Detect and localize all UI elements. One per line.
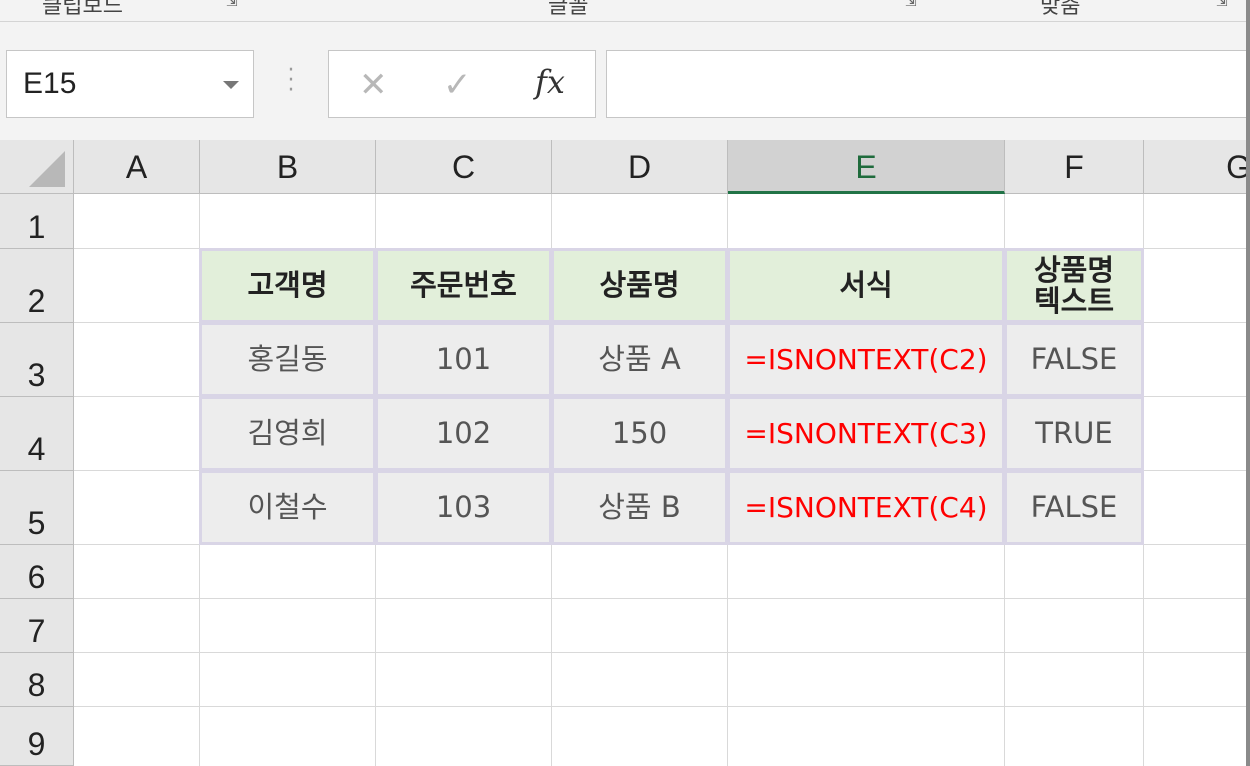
formula-input[interactable] — [606, 50, 1250, 118]
table-cell[interactable]: 103 — [375, 470, 552, 545]
name-box[interactable]: E15 — [6, 50, 254, 118]
formula-cell[interactable]: =ISNONTEXT(C2) — [727, 322, 1005, 397]
ribbon-group-clipboard: 클립보드 — [42, 0, 123, 19]
table-cell[interactable]: FALSE — [1004, 470, 1144, 545]
column-header-d[interactable]: D — [552, 140, 728, 194]
table-cell[interactable]: 101 — [375, 322, 552, 397]
resize-handle-icon[interactable]: · · · — [285, 60, 297, 102]
table-cell[interactable]: FALSE — [1004, 322, 1144, 397]
row-header-2[interactable]: 2 — [0, 249, 74, 323]
table-header-cell[interactable]: 서식 — [727, 248, 1005, 323]
row-header-7[interactable]: 7 — [0, 599, 74, 653]
dialog-launcher-icon[interactable]: ⇲ — [905, 0, 921, 10]
gridline — [74, 706, 1250, 707]
select-all-icon — [29, 151, 65, 187]
gridline — [74, 652, 1250, 653]
dialog-launcher-icon[interactable]: ⇲ — [1216, 0, 1232, 10]
row-header-5[interactable]: 5 — [0, 471, 74, 545]
table-cell[interactable]: 상품 B — [551, 470, 728, 545]
table-header-cell[interactable]: 고객명 — [199, 248, 376, 323]
chevron-down-icon[interactable] — [223, 81, 239, 89]
column-header-f[interactable]: F — [1005, 140, 1144, 194]
row-header-1[interactable]: 1 — [0, 194, 74, 249]
column-header-e[interactable]: E — [728, 140, 1005, 194]
enter-icon[interactable]: ✓ — [443, 65, 472, 105]
formula-bar: E15 · · · ✕ ✓ fx — [0, 22, 1250, 140]
table-cell[interactable]: 150 — [551, 396, 728, 471]
table-cell[interactable]: 김영희 — [199, 396, 376, 471]
table-header-cell[interactable]: 주문번호 — [375, 248, 552, 323]
select-all-button[interactable] — [0, 140, 74, 194]
table-cell[interactable]: 102 — [375, 396, 552, 471]
row-header-4[interactable]: 4 — [0, 397, 74, 471]
ribbon-group-strip: 클립보드 ⇲ 글꼴 ⇲ 맞춤 ⇲ — [0, 0, 1250, 22]
spreadsheet-grid: A B C D E F G 1 2 3 4 5 6 7 8 9 고객명 주문번호… — [0, 140, 1250, 766]
formula-cell[interactable]: =ISNONTEXT(C3) — [727, 396, 1005, 471]
window-frame-edge — [1246, 0, 1250, 766]
formula-buttons: ✕ ✓ fx — [328, 50, 596, 118]
column-header-a[interactable]: A — [74, 140, 200, 194]
table-cell[interactable]: 이철수 — [199, 470, 376, 545]
column-header-b[interactable]: B — [200, 140, 376, 194]
table-cell[interactable]: 홍길동 — [199, 322, 376, 397]
insert-function-icon[interactable]: fx — [535, 63, 565, 101]
cancel-icon[interactable]: ✕ — [359, 65, 388, 105]
ribbon-group-font: 글꼴 — [548, 0, 589, 19]
table-cell[interactable]: TRUE — [1004, 396, 1144, 471]
gridline — [74, 598, 1250, 599]
row-header-8[interactable]: 8 — [0, 653, 74, 707]
row-header-6[interactable]: 6 — [0, 545, 74, 599]
table-cell[interactable]: 상품 A — [551, 322, 728, 397]
table-header-cell[interactable]: 상품명 텍스트 — [1004, 248, 1144, 323]
column-header-c[interactable]: C — [376, 140, 552, 194]
formula-cell[interactable]: =ISNONTEXT(C4) — [727, 470, 1005, 545]
table-header-cell[interactable]: 상품명 — [551, 248, 728, 323]
row-header-3[interactable]: 3 — [0, 323, 74, 397]
name-box-value: E15 — [23, 67, 77, 100]
row-header-9[interactable]: 9 — [0, 707, 74, 766]
ribbon-group-alignment: 맞춤 — [1040, 0, 1081, 19]
column-header-g[interactable]: G — [1144, 140, 1250, 194]
dialog-launcher-icon[interactable]: ⇲ — [226, 0, 242, 10]
